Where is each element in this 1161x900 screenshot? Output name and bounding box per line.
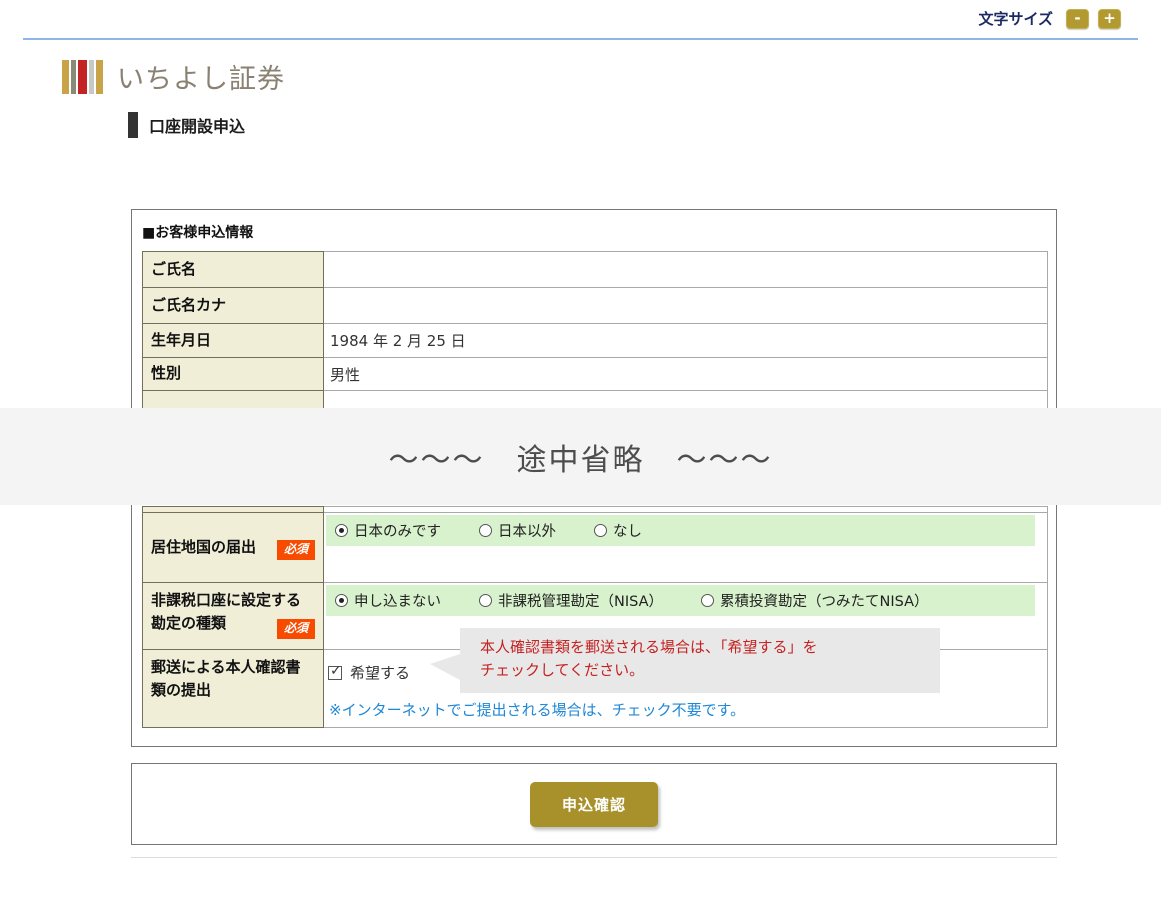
mail-documents-tooltip: 本人確認書類を郵送される場合は、「希望する」を チェックしてください。 xyxy=(460,628,940,693)
omitted-section-text: ～～～ 途中省略 ～～～ xyxy=(389,435,773,479)
radio-option-no-application[interactable]: 申し込まない xyxy=(335,590,441,611)
row-label-name: ご氏名 xyxy=(142,251,324,288)
top-divider xyxy=(23,38,1138,40)
font-size-label: 文字サイズ xyxy=(978,8,1053,29)
radio-option-outside-japan[interactable]: 日本以外 xyxy=(479,520,556,541)
table-row: 生年月日 1984 年 2 月 25 日 xyxy=(142,323,1048,358)
row-label-birthdate: 生年月日 xyxy=(142,323,324,358)
title-bar-accent xyxy=(128,112,138,138)
tooltip-line1: 本人確認書類を郵送される場合は、「希望する」を xyxy=(480,636,926,659)
row-label-mail-documents: 郵送による本人確認書類の提出 xyxy=(142,649,324,728)
table-row: ご氏名 xyxy=(142,251,1048,288)
row-value-residence: 日本のみです 日本以外 なし xyxy=(324,512,1048,583)
row-value-name xyxy=(324,251,1048,288)
page-title: 口座開設申込 xyxy=(128,112,245,138)
tooltip-pointer xyxy=(430,654,460,680)
row-value-name-kana xyxy=(324,287,1048,324)
brand-logo[interactable]: いちよし証券 xyxy=(62,57,285,96)
radio-option-tsumitate-nisa[interactable]: 累積投資勘定（つみたてNISA） xyxy=(701,590,929,611)
internet-submission-note: ※インターネットでご提出される場合は、チェック不要です。 xyxy=(329,699,1047,720)
row-value-birthdate: 1984 年 2 月 25 日 xyxy=(324,323,1048,358)
tooltip-line2: チェックしてください。 xyxy=(480,659,926,682)
row-label-gender: 性別 xyxy=(142,357,324,391)
radio-icon[interactable] xyxy=(701,594,714,607)
row-label-nisa: 非課税口座に設定する勘定の種類 必須 xyxy=(142,582,324,650)
radio-selected-icon[interactable] xyxy=(335,524,348,537)
brand-stripes-icon xyxy=(62,60,103,94)
application-confirm-button[interactable]: 申込確認 xyxy=(530,782,658,827)
row-label-residence: 居住地国の届出 必須 xyxy=(142,512,324,583)
radio-selected-icon[interactable] xyxy=(335,594,348,607)
required-badge: 必須 xyxy=(277,540,315,560)
radio-option-none[interactable]: なし xyxy=(594,520,642,541)
row-label-name-kana: ご氏名カナ xyxy=(142,287,324,324)
submit-panel: 申込確認 xyxy=(131,763,1057,845)
checkbox-label: 希望する xyxy=(350,662,410,683)
font-size-decrease-button[interactable]: - xyxy=(1066,9,1089,29)
brand-name: いちよし証券 xyxy=(117,57,285,96)
bottom-divider xyxy=(131,857,1057,858)
residence-options-strip: 日本のみです 日本以外 なし xyxy=(326,515,1035,546)
font-size-increase-button[interactable]: + xyxy=(1098,9,1121,29)
radio-icon[interactable] xyxy=(479,524,492,537)
table-row: 性別 男性 xyxy=(142,357,1048,391)
page-title-text: 口座開設申込 xyxy=(149,113,245,137)
radio-option-japan-only[interactable]: 日本のみです xyxy=(335,520,441,541)
font-size-control: 文字サイズ - + xyxy=(978,8,1121,29)
radio-icon[interactable] xyxy=(594,524,607,537)
customer-info-table-bottom: 居住地国の届出 必須 日本のみです 日本以外 なし xyxy=(142,506,1048,728)
section-title: ■お客様申込情報 xyxy=(142,222,253,242)
radio-option-nisa[interactable]: 非課税管理勘定（NISA） xyxy=(479,590,663,611)
radio-icon[interactable] xyxy=(479,594,492,607)
omitted-section-band: ～～～ 途中省略 ～～～ xyxy=(0,408,1161,505)
required-badge: 必須 xyxy=(277,619,315,639)
row-value-gender: 男性 xyxy=(324,357,1048,391)
checkbox-checked-icon[interactable] xyxy=(328,666,342,680)
residence-label-text: 居住地国の届出 xyxy=(151,536,256,559)
nisa-options-strip: 申し込まない 非課税管理勘定（NISA） 累積投資勘定（つみたてNISA） xyxy=(326,585,1035,616)
table-row-residence: 居住地国の届出 必須 日本のみです 日本以外 なし xyxy=(142,512,1048,583)
table-row: ご氏名カナ xyxy=(142,287,1048,324)
